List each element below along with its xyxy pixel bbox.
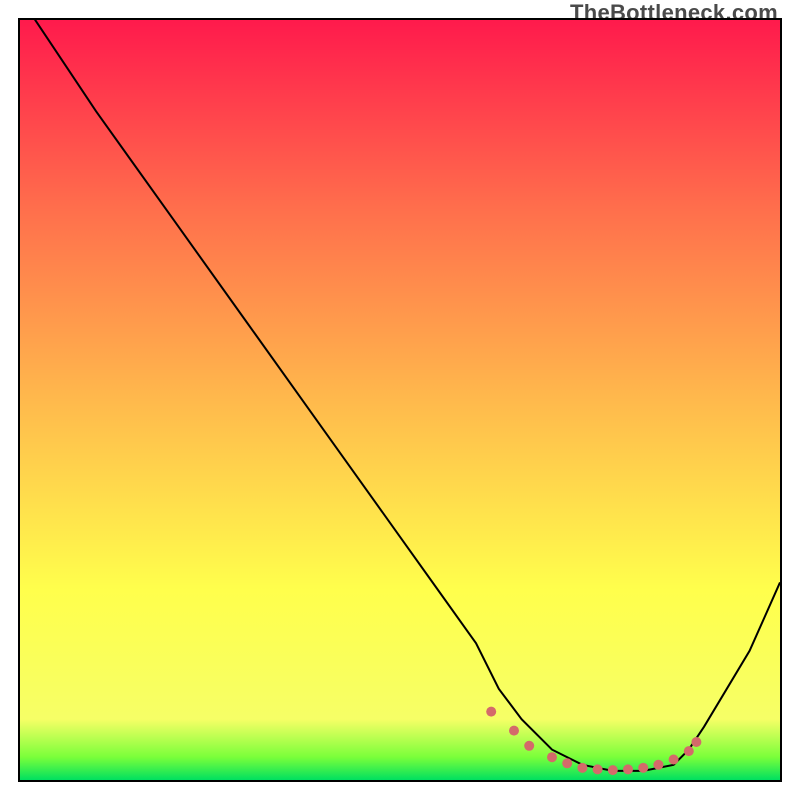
- highlight-dot: [486, 707, 496, 717]
- highlight-dot: [509, 726, 519, 736]
- highlight-dot: [593, 764, 603, 774]
- highlight-dot: [638, 763, 648, 773]
- highlight-dot: [608, 765, 618, 775]
- chart-svg: [20, 20, 780, 780]
- highlight-dot: [691, 737, 701, 747]
- highlight-dot: [562, 758, 572, 768]
- chart-container: TheBottleneck.com: [0, 0, 800, 800]
- plot-area: [18, 18, 782, 782]
- highlight-dot: [684, 746, 694, 756]
- highlight-dot: [623, 764, 633, 774]
- highlight-dot: [577, 763, 587, 773]
- highlight-dot: [669, 754, 679, 764]
- highlight-dot: [653, 760, 663, 770]
- bottleneck-curve-line: [20, 20, 780, 771]
- highlight-dot: [547, 752, 557, 762]
- highlight-dot: [524, 741, 534, 751]
